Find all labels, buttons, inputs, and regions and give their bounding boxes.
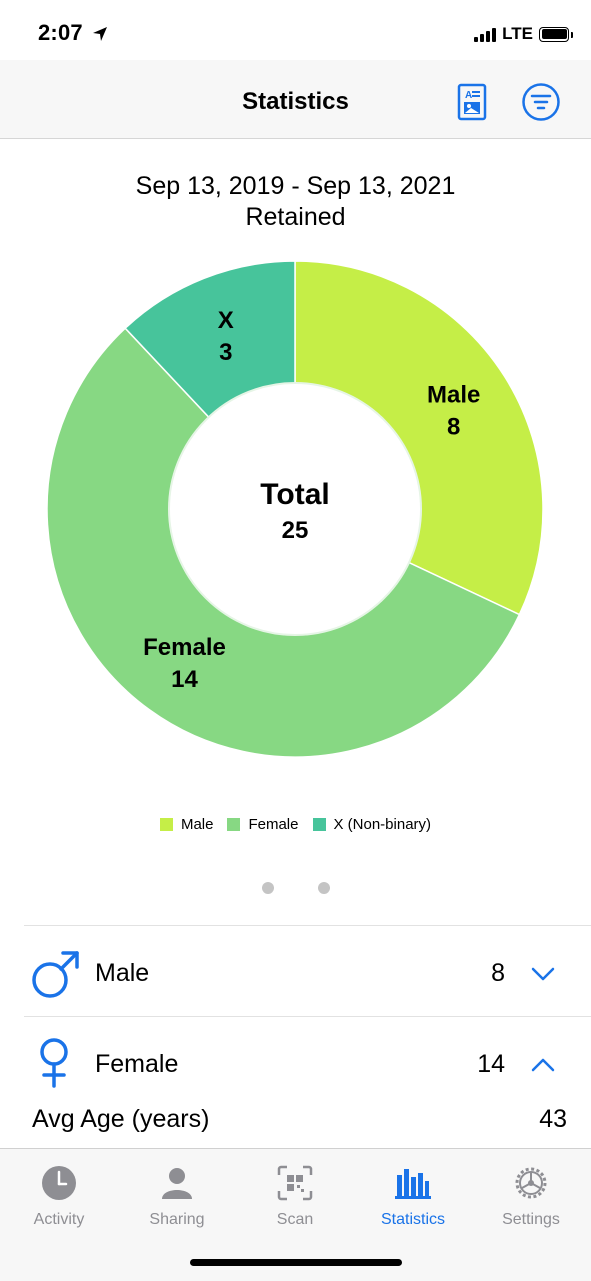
legend-item: X (Non-binary) — [312, 816, 432, 833]
chart-subtitle: Retained — [245, 203, 346, 231]
page-title: Statistics — [242, 88, 349, 115]
avg-age-row: Avg Age (years) 43 — [0, 1097, 591, 1143]
status-indicators: LTE — [474, 24, 573, 44]
bar-chart-icon — [393, 1163, 433, 1203]
female-row[interactable]: Female 14 — [0, 1017, 591, 1097]
home-indicator — [190, 1259, 402, 1266]
slice-label-category: X — [218, 307, 234, 334]
legend-item: Male — [159, 816, 214, 833]
avg-age-label: Avg Age (years) — [32, 1105, 210, 1133]
tab-label: Scan — [276, 1211, 314, 1228]
slice-label-value: 14 — [171, 666, 198, 693]
male-row[interactable]: Male 8 — [0, 926, 591, 1016]
signal-icon — [474, 26, 497, 42]
slice-label-category: Female — [143, 634, 226, 661]
filter-icon — [522, 83, 560, 121]
tab-activity[interactable]: Activity — [0, 1163, 118, 1229]
svg-text:A: A — [465, 90, 472, 101]
avg-age-value: 43 — [539, 1105, 567, 1133]
filter-button[interactable] — [521, 82, 561, 122]
male-symbol-icon — [32, 951, 79, 998]
person-icon — [157, 1163, 197, 1203]
chevron-down-icon[interactable] — [529, 964, 557, 984]
tab-label: Settings — [502, 1211, 560, 1228]
legend-label: X (Non-binary) — [333, 816, 432, 833]
male-label: Male — [95, 959, 150, 987]
legend-swatch — [312, 818, 326, 831]
male-count: 8 — [491, 959, 505, 987]
female-count: 14 — [477, 1050, 505, 1078]
slice-label-category: Male — [427, 381, 480, 408]
legend-item: Female — [227, 816, 299, 833]
legend-swatch — [227, 818, 241, 831]
legend-label: Female — [248, 816, 299, 833]
chevron-up-icon[interactable] — [529, 1055, 557, 1075]
page-dot[interactable] — [261, 882, 274, 894]
report-icon: A — [457, 83, 487, 121]
tab-settings[interactable]: Settings — [472, 1163, 590, 1229]
status-time: 2:07 — [38, 20, 83, 45]
location-arrow-icon — [93, 27, 107, 41]
donut-center-title: Total — [260, 478, 329, 511]
legend-label: Male — [180, 816, 214, 833]
slice-label-value: 3 — [219, 339, 232, 366]
tab-sharing[interactable]: Sharing — [118, 1163, 236, 1229]
clock-icon — [39, 1163, 79, 1203]
network-type: LTE — [502, 24, 533, 43]
chart-legend: Male Female X (Non-binary) — [0, 816, 591, 833]
nav-bar: Statistics A — [0, 60, 591, 139]
battery-icon — [539, 26, 573, 42]
date-range: Sep 13, 2019 - Sep 13, 2021 — [135, 172, 456, 200]
report-button[interactable]: A — [452, 82, 492, 122]
female-symbol-icon — [40, 1038, 68, 1088]
qr-code-icon — [275, 1163, 315, 1203]
tab-statistics[interactable]: Statistics — [354, 1163, 472, 1229]
tab-label: Activity — [33, 1211, 85, 1228]
gear-icon — [511, 1163, 551, 1203]
legend-swatch — [159, 818, 173, 831]
page-indicator[interactable] — [0, 882, 591, 894]
tab-scan[interactable]: Scan — [236, 1163, 354, 1229]
donut-center-value: 25 — [282, 517, 309, 544]
donut-chart[interactable]: Male 8 Female 14 X 3 Total 25 — [46, 260, 546, 760]
female-label: Female — [95, 1050, 179, 1078]
tab-label: Sharing — [149, 1211, 205, 1228]
slice-label-value: 8 — [447, 413, 460, 440]
tab-label: Statistics — [380, 1211, 445, 1228]
page-dot[interactable] — [317, 882, 330, 894]
